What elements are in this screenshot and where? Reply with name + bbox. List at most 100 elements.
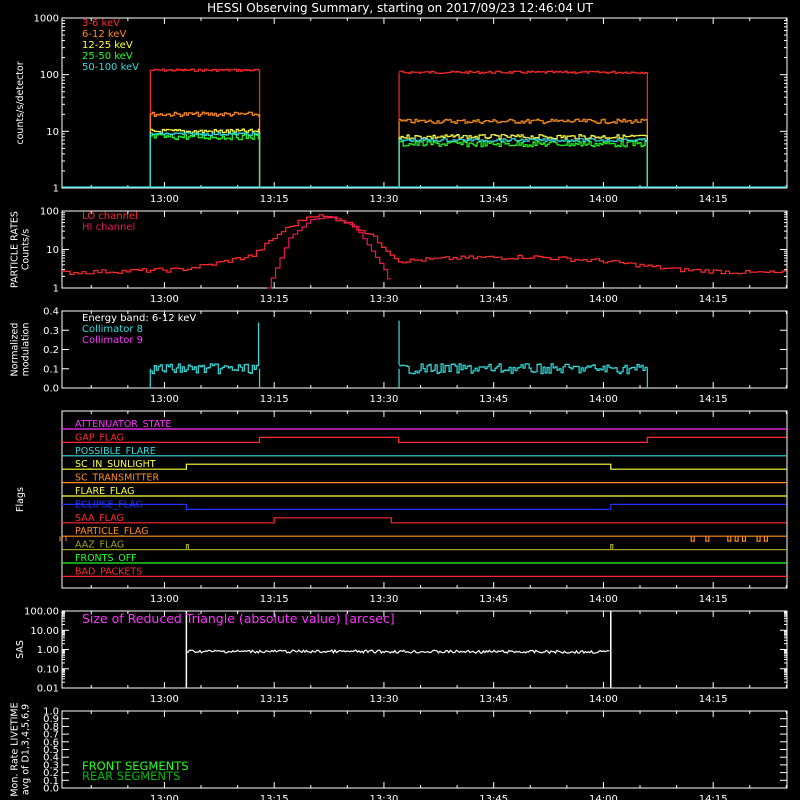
flag-line-8 <box>62 535 787 542</box>
ylabel-flags-0: Flags <box>15 487 26 512</box>
xtick-sas-3: 13:45 <box>479 694 508 705</box>
ytick-count-rates-0: 1 <box>53 184 59 195</box>
ytick-sas-3: 10.00 <box>30 626 59 637</box>
legend-count-rates-0: 3-6 keV <box>82 18 120 29</box>
flag-fronts_off: FRONTS_OFF <box>62 553 787 564</box>
series-50-100-keV <box>62 131 787 188</box>
xtick-particle-rates-3: 13:45 <box>479 294 508 305</box>
xtick-modulation-2: 13:30 <box>370 394 399 405</box>
xtick-flags-0: 13:00 <box>150 594 179 605</box>
flag-line-6 <box>62 503 787 510</box>
legend-modulation-1: Collimator 8 <box>82 324 143 335</box>
ytick-particle-rates-0: 1 <box>53 284 59 295</box>
ytick-count-rates-3: 1000 <box>34 14 59 25</box>
ytick-modulation-0: 0.0 <box>43 384 59 395</box>
xtick-particle-rates-5: 14:15 <box>699 294 728 305</box>
line-LO-channel <box>62 214 787 275</box>
axes-particle-rates: 13:00 13:15 13:30 13:45 14:00 14:15 <box>61 210 788 305</box>
xtick-particle-rates-1: 13:15 <box>260 294 289 305</box>
ytick-sas-1: 0.10 <box>37 664 59 675</box>
xtick-livetime-0: 13:00 <box>150 794 179 800</box>
xtick-count-rates-3: 13:45 <box>479 194 508 205</box>
flag-label-5: FLARE_FLAG <box>75 486 135 497</box>
ylabel-count-rates-0: counts/s/detector <box>15 61 26 144</box>
xtick-modulation-1: 13:15 <box>260 394 289 405</box>
xtick-flags-4: 14:00 <box>589 594 618 605</box>
ytick-count-rates-1: 10 <box>46 127 59 138</box>
flag-line-1 <box>62 436 787 443</box>
xtick-modulation-3: 13:45 <box>479 394 508 405</box>
flag-particle_flag: PARTICLE_FLAG <box>59 526 787 542</box>
xtick-flags-3: 13:45 <box>479 594 508 605</box>
ytick-sas-0: 0.01 <box>37 684 59 695</box>
flag-eclipse_flag: ECLIPSE_FLAG <box>62 499 787 510</box>
flag-aaz_flag: AAZ_FLAG <box>62 540 787 551</box>
flag-label-10: FRONTS_OFF <box>75 553 137 564</box>
summary-charts: 13:00 13:15 13:30 13:45 14:00 14:151101001000… <box>10 14 788 800</box>
sas-annotation: Size of Reduced Triangle (absolute value… <box>82 611 395 626</box>
flag-label-7: SAA_FLAG <box>75 513 124 524</box>
flag-label-9: AAZ_FLAG <box>75 540 124 551</box>
axes-modulation: 13:00 13:15 13:30 13:45 14:00 14:15 <box>61 310 788 405</box>
legend-count-rates-2: 12-25 keV <box>82 40 133 51</box>
ytick-modulation-3: 0.3 <box>43 326 59 337</box>
ytick-livetime-10: 1.0 <box>43 707 59 718</box>
frame-count-rates <box>61 17 788 189</box>
flag-sc_in_sunlight: SC_IN_SUNLIGHT <box>62 459 787 470</box>
legend-count-rates-1: 6-12 keV <box>82 29 126 40</box>
xtick-livetime-4: 14:00 <box>589 794 618 800</box>
line-sas <box>186 648 610 655</box>
xtick-count-rates-2: 13:30 <box>370 194 399 205</box>
flag-saa_flag: SAA_FLAG <box>62 513 787 524</box>
flag-label-2: POSSIBLE_FLARE <box>75 446 156 457</box>
xtick-flags-1: 13:15 <box>260 594 289 605</box>
flag-label-0: ATTENUATOR_STATE <box>75 419 171 430</box>
axes-count-rates: 13:00 13:15 13:30 13:45 14:00 14:15 <box>61 17 788 205</box>
xtick-count-rates-0: 13:00 <box>150 194 179 205</box>
xtick-particle-rates-4: 14:00 <box>589 294 618 305</box>
axes-livetime: 13:00 13:15 13:30 13:45 14:00 14:15 <box>61 710 788 800</box>
ytick-particle-rates-1: 10 <box>46 245 59 256</box>
legend-count-rates-4: 50-100 keV <box>82 62 139 73</box>
xtick-livetime-2: 13:30 <box>370 794 399 800</box>
xtick-modulation-0: 13:00 <box>150 394 179 405</box>
xtick-sas-2: 13:30 <box>370 694 399 705</box>
xtick-sas-5: 14:15 <box>699 694 728 705</box>
ytick-modulation-4: 0.4 <box>43 307 59 318</box>
ytick-count-rates-2: 100 <box>40 70 59 81</box>
ytick-particle-rates-2: 100 <box>40 207 59 218</box>
ytick-modulation-2: 0.2 <box>43 345 59 356</box>
ylabel-particle-rates-0: PARTICLE RATES <box>10 211 21 288</box>
legend-livetime-1: REAR SEGMENTS <box>82 769 180 783</box>
flag-label-8: PARTICLE_FLAG <box>75 526 148 537</box>
xtick-modulation-4: 14:00 <box>589 394 618 405</box>
legend-particle-rates-1: HI channel <box>82 222 135 233</box>
xtick-count-rates-5: 14:15 <box>699 194 728 205</box>
flag-line-9 <box>62 544 787 551</box>
ylabel-modulation-0: Normalized <box>10 323 21 377</box>
flag-line-3 <box>62 463 787 470</box>
xtick-livetime-5: 14:15 <box>699 794 728 800</box>
xtick-sas-0: 13:00 <box>150 694 179 705</box>
flag-flare_flag: FLARE_FLAG <box>62 486 787 497</box>
legend-count-rates-3: 25-50 keV <box>82 51 133 62</box>
flag-label-3: SC_IN_SUNLIGHT <box>75 459 156 470</box>
legend-particle-rates-0: LO channel <box>82 211 138 222</box>
legend-modulation-0: Energy band: 6-12 keV <box>82 313 196 324</box>
flag-bad_packets: BAD_PACKETS <box>62 566 787 577</box>
xtick-flags-5: 14:15 <box>699 594 728 605</box>
ytick-sas-4: 100.00 <box>24 607 59 618</box>
ytick-sas-2: 1.00 <box>37 645 59 656</box>
flag-label-1: GAP_FLAG <box>75 432 124 443</box>
flag-possible_flare: POSSIBLE_FLARE <box>62 446 787 457</box>
flag-gap_flag: GAP_FLAG <box>62 432 787 443</box>
ylabel-livetime-1: avg of D1,3,4,5,6,9 <box>21 704 32 795</box>
xtick-particle-rates-0: 13:00 <box>150 294 179 305</box>
xtick-modulation-5: 14:15 <box>699 394 728 405</box>
xtick-flags-2: 13:30 <box>370 594 399 605</box>
xtick-sas-4: 14:00 <box>589 694 618 705</box>
xtick-sas-1: 13:15 <box>260 694 289 705</box>
flag-sc_transmitter: SC_TRANSMITTER <box>62 473 787 484</box>
ylabel-modulation-1: modulation <box>21 323 32 377</box>
xtick-count-rates-4: 14:00 <box>589 194 618 205</box>
